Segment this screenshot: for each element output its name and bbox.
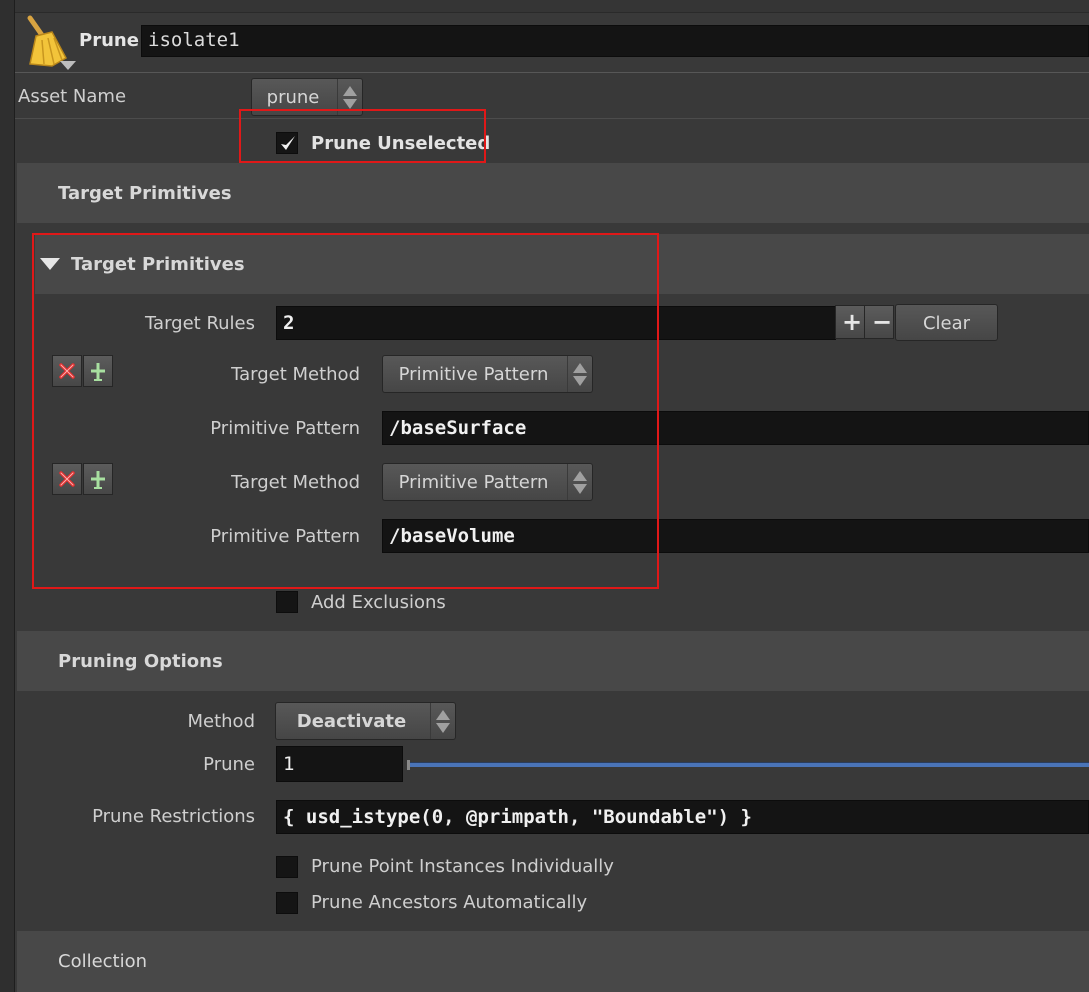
prune-slider-track[interactable]	[409, 762, 1089, 767]
menu-arrows-icon	[430, 703, 455, 739]
prune-point-instances-label: Prune Point Instances Individually	[311, 856, 614, 877]
prune-value-field[interactable]: 1	[276, 746, 403, 782]
add-exclusions-checkbox[interactable]	[276, 591, 298, 613]
highlight-box-prune-unselected	[239, 109, 486, 163]
prune-slider-handle[interactable]	[407, 760, 410, 770]
prune-point-instances-checkbox[interactable]	[276, 856, 298, 878]
remove-rule-button[interactable]: −	[864, 305, 894, 339]
header-divider	[15, 72, 1089, 73]
method-label: Method	[187, 711, 255, 732]
collection-section[interactable]: Collection	[17, 931, 1089, 992]
node-name-field[interactable]: isolate1	[141, 25, 1089, 57]
method-value: Deactivate	[296, 711, 407, 732]
clear-rules-button[interactable]: Clear	[895, 304, 998, 341]
highlight-box-target-primitives	[32, 233, 659, 589]
add-exclusions-label: Add Exclusions	[311, 592, 446, 613]
prune-label: Prune	[203, 754, 255, 775]
clear-label: Clear	[922, 313, 971, 334]
prune-ancestors-checkbox[interactable]	[276, 892, 298, 914]
target-primitives-section-title: Target Primitives	[58, 183, 232, 204]
collection-title: Collection	[58, 951, 148, 972]
prune-ancestors-label: Prune Ancestors Automatically	[311, 892, 588, 913]
window-edge	[0, 0, 15, 992]
top-strip	[15, 0, 1089, 13]
node-menu-arrow-icon[interactable]	[60, 61, 76, 70]
prune-restrictions-label: Prune Restrictions	[92, 806, 255, 827]
prune-restrictions-field[interactable]: { usd_istype(0, @primpath, "Boundable") …	[276, 800, 1089, 834]
minus-icon: −	[872, 308, 893, 336]
broom-icon[interactable]	[22, 14, 72, 77]
divider	[15, 118, 1089, 119]
method-menu[interactable]: Deactivate	[275, 702, 456, 740]
pruning-options-title: Pruning Options	[58, 651, 223, 672]
pruning-options-section[interactable]: Pruning Options	[17, 631, 1089, 691]
add-rule-button[interactable]: +	[835, 305, 865, 339]
plus-icon: +	[842, 308, 863, 336]
asset-name-value: prune	[266, 87, 320, 108]
node-type-label: Prune	[79, 30, 139, 51]
target-primitives-section[interactable]: Target Primitives	[17, 163, 1089, 223]
asset-name-label: Asset Name	[18, 86, 127, 107]
